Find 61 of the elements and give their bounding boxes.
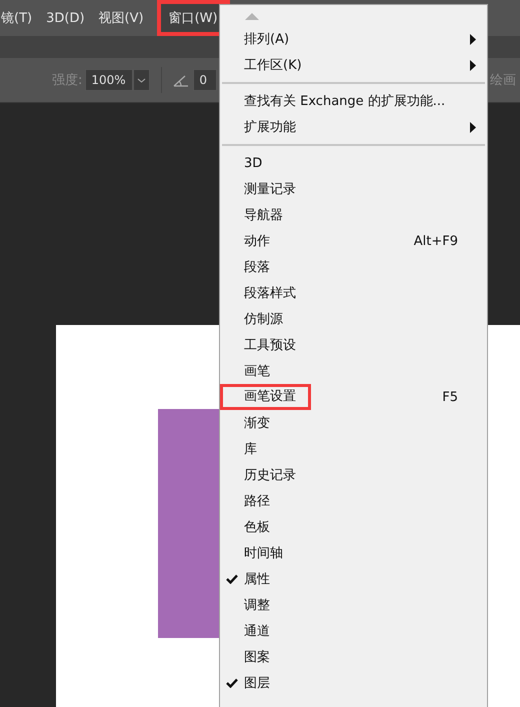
menu-item[interactable]: 渐变 xyxy=(220,410,487,436)
angle-icon xyxy=(173,74,190,86)
menu-item[interactable]: 工作区(K) xyxy=(220,52,487,78)
menu-bar-item[interactable]: 3D(D) xyxy=(39,3,92,33)
menu-item-label: 动作 xyxy=(244,233,270,251)
angle-field[interactable]: 0 xyxy=(193,69,218,91)
menu-item-label: 工作区(K) xyxy=(244,57,302,75)
menu-item[interactable]: 画笔 xyxy=(220,358,487,384)
menu-item[interactable]: 时间轴 xyxy=(220,540,487,566)
menu-item[interactable]: 3D xyxy=(220,150,487,176)
menu-item-label: 段落样式 xyxy=(244,285,296,303)
menu-item-label: 画笔 xyxy=(244,363,270,381)
menu-item[interactable]: 路径 xyxy=(220,488,487,514)
menu-item[interactable]: 查找有关 Exchange 的扩展功能... xyxy=(220,88,487,114)
shortcut-label: F5 xyxy=(442,390,458,404)
dropdown-caret-icon[interactable] xyxy=(133,69,150,91)
paint-label: 绘画 xyxy=(490,72,516,89)
menu-item-label: 导航器 xyxy=(244,207,283,225)
menu-bar-item[interactable]: 镜(T) xyxy=(0,3,40,33)
menu-item-label: 属性 xyxy=(244,571,270,589)
menu-item[interactable]: 通道 xyxy=(220,618,487,644)
menu-item[interactable]: 导航器 xyxy=(220,202,487,228)
menu-item[interactable]: 工具预设 xyxy=(220,332,487,358)
menu-item[interactable]: 图层 xyxy=(220,670,487,696)
menu-item-label: 历史记录 xyxy=(244,467,296,485)
menu-item-label: 库 xyxy=(244,441,257,459)
menu-item-label: 仿制源 xyxy=(244,311,283,329)
highlighted-menu-item-label: 画笔设置 xyxy=(220,384,311,410)
menu-item[interactable]: 历史记录 xyxy=(220,462,487,488)
menu-item-label: 通道 xyxy=(244,623,270,641)
menu-item-label: 图案 xyxy=(244,649,270,667)
menu-item[interactable]: 仿制源 xyxy=(220,306,487,332)
strength-label: 强度: xyxy=(52,72,82,89)
menu-item[interactable]: 库 xyxy=(220,436,487,462)
scroll-up-arrow-icon[interactable] xyxy=(245,13,259,20)
menu-bar-item[interactable]: 视图(V) xyxy=(92,3,151,33)
strength-field[interactable]: 100% xyxy=(85,69,134,91)
menu-item[interactable]: 色板 xyxy=(220,514,487,540)
shortcut-label: Alt+F9 xyxy=(414,234,458,248)
menu-item[interactable]: 段落样式 xyxy=(220,280,487,306)
menu-item-label: 排列(A) xyxy=(244,31,290,49)
menu-item-label: 调整 xyxy=(244,597,270,615)
menu-item-label: 路径 xyxy=(244,493,270,511)
menu-item-label: 图层 xyxy=(244,675,270,693)
menu-item-label: 工具预设 xyxy=(244,337,296,355)
menu-item-label: 查找有关 Exchange 的扩展功能... xyxy=(244,93,446,111)
menu-item[interactable]: 测量记录 xyxy=(220,176,487,202)
menu-item-label: 时间轴 xyxy=(244,545,283,563)
menu-item-label: 色板 xyxy=(244,519,270,537)
menu-item-label: 测量记录 xyxy=(244,181,296,199)
menu-item[interactable]: 图案 xyxy=(220,644,487,670)
menu-item-label: 渐变 xyxy=(244,415,270,433)
menu-item-label: 3D xyxy=(244,154,262,172)
menu-item[interactable]: 段落 xyxy=(220,254,487,280)
menu-item[interactable]: 动作 Alt+F9 xyxy=(220,228,487,254)
menu-item-label: 扩展功能 xyxy=(244,119,296,137)
menu-item[interactable]: 调整 xyxy=(220,592,487,618)
menu-item-label: 段落 xyxy=(244,259,270,277)
menu-item[interactable]: 属性 xyxy=(220,566,487,592)
menu-item[interactable]: 画笔设置 F5 xyxy=(220,384,487,410)
menu-item[interactable]: 扩展功能 xyxy=(220,114,487,140)
